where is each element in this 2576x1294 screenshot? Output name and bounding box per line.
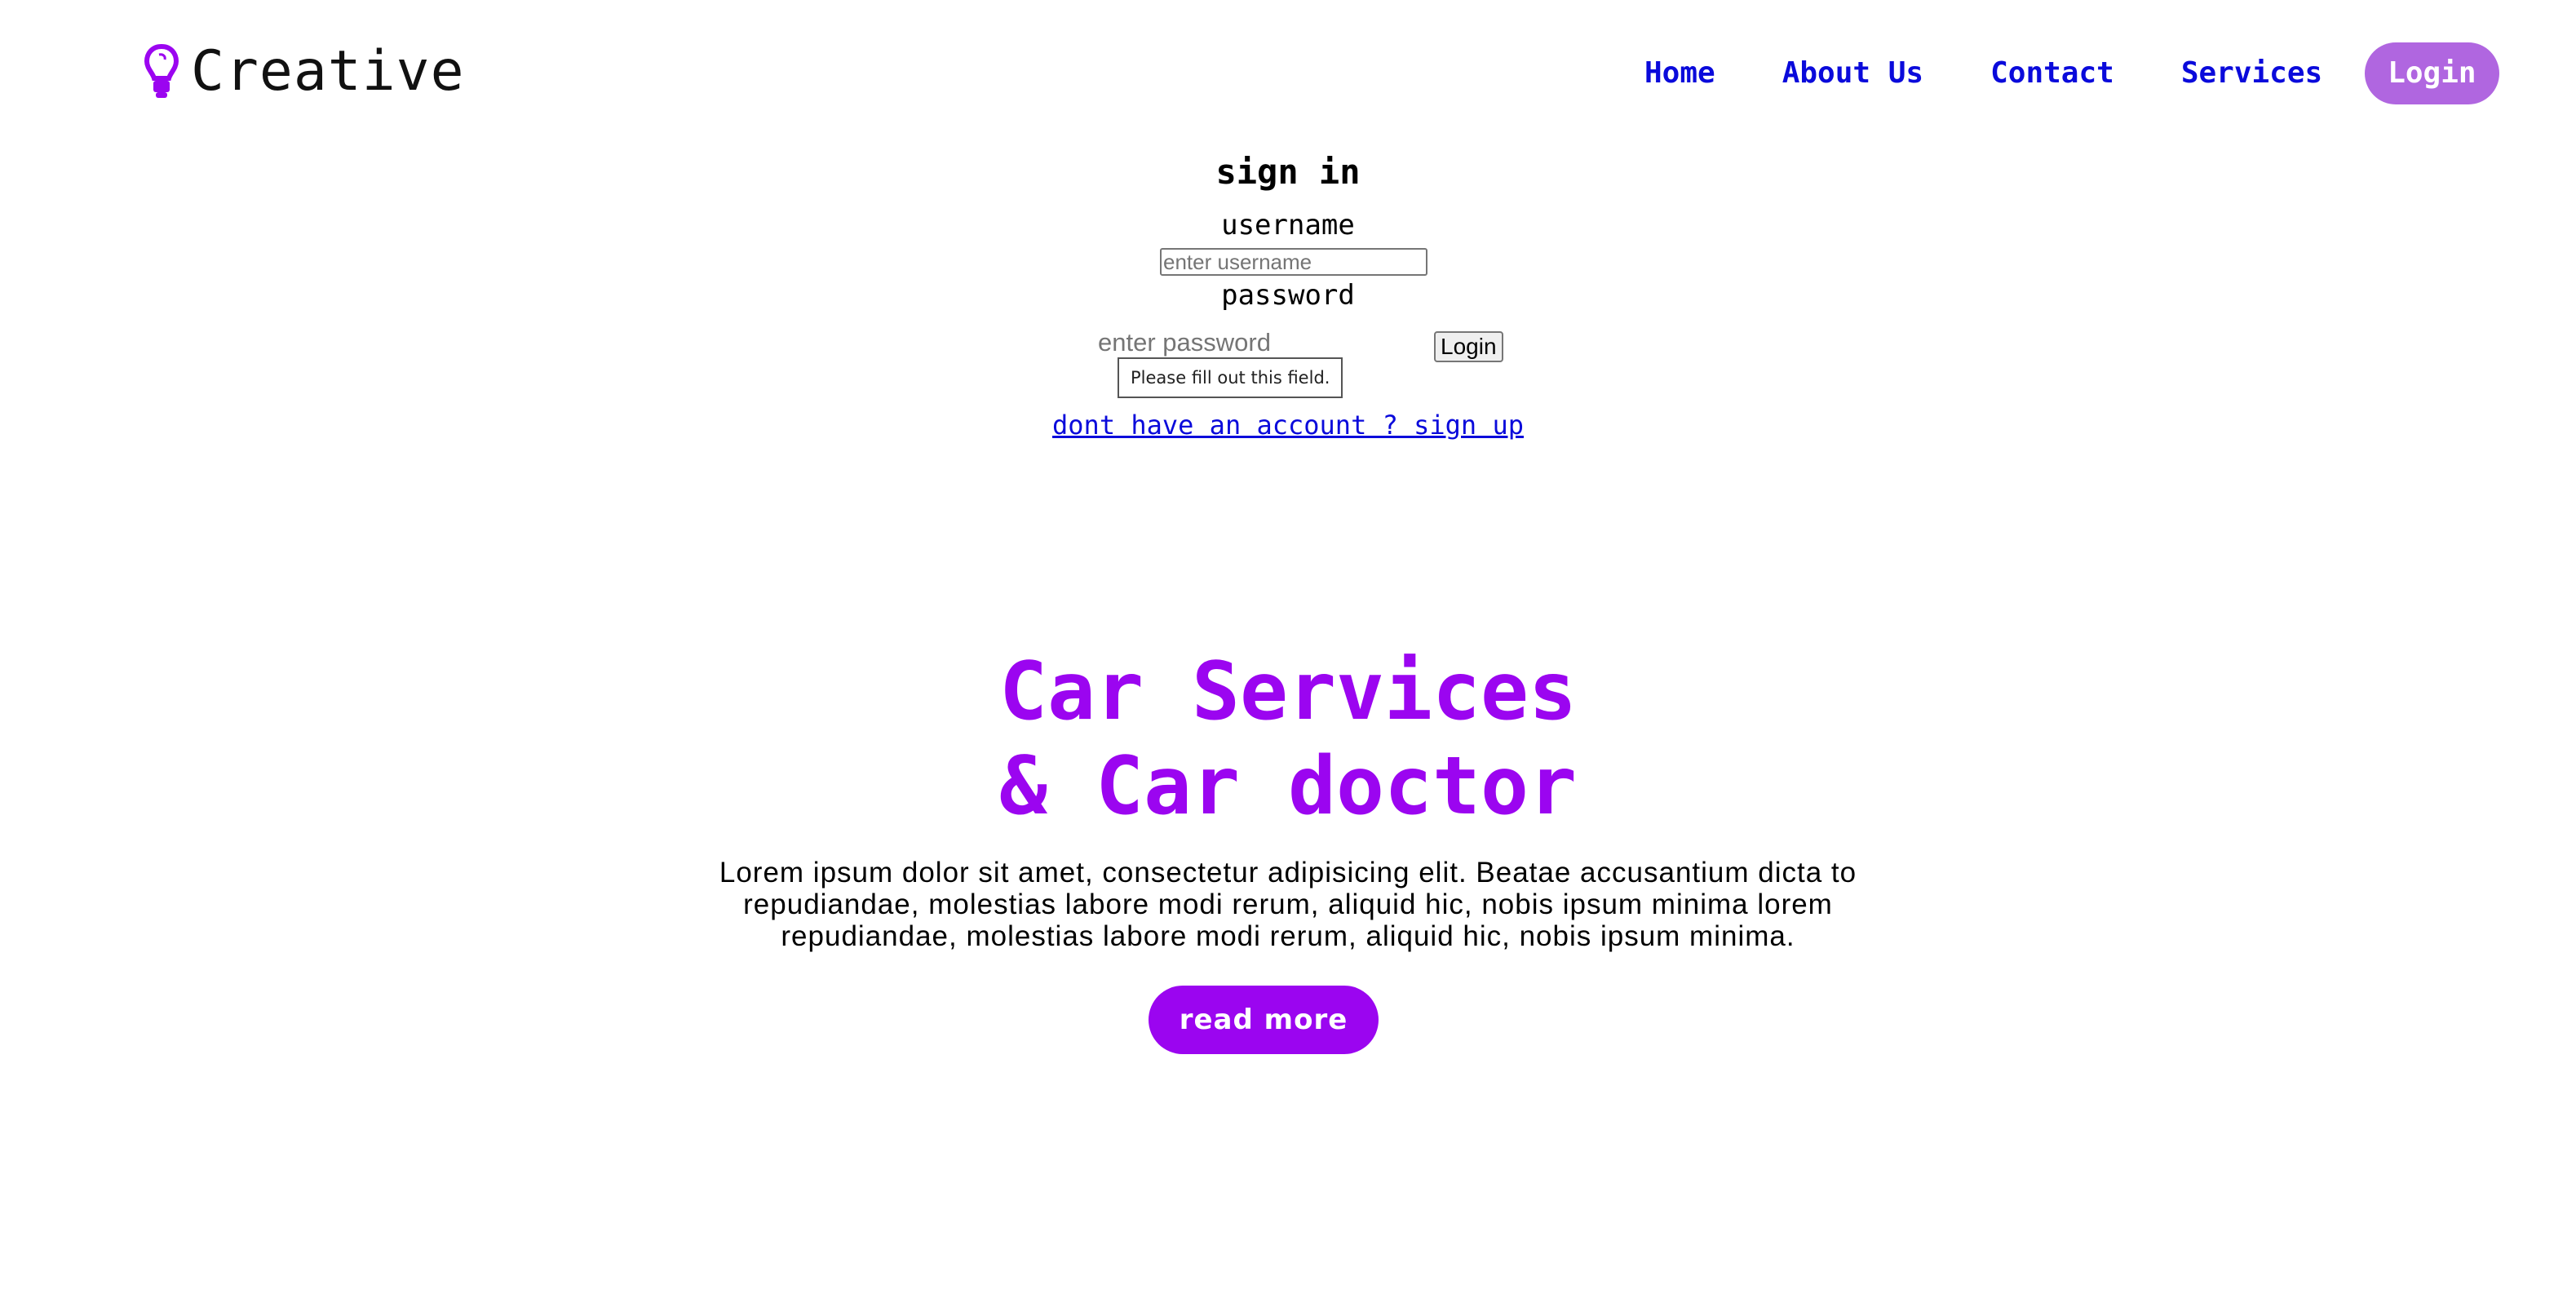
- signup-link-text[interactable]: dont have an account ? sign up: [1052, 410, 1524, 441]
- lightbulb-icon: [144, 43, 179, 98]
- logo-text: Creative: [191, 39, 465, 104]
- main-nav: Home About Us Contact Services Login: [1644, 42, 2499, 104]
- hero-title-line-1: Car Services: [998, 645, 1577, 738]
- hero-description-line-3: repudiandae, molestias labore modi rerum…: [781, 920, 1795, 952]
- signup-link: dont have an account ? sign up: [0, 410, 2576, 441]
- signin-form: sign in username password Login Please f…: [0, 152, 2576, 454]
- signin-submit-button[interactable]: Login: [1434, 331, 1503, 362]
- hero-title: Car Services & Car doctor: [0, 645, 2576, 834]
- nav-services[interactable]: Services: [2181, 42, 2322, 104]
- hero-description: Lorem ipsum dolor sit amet, consectetur …: [0, 857, 2576, 952]
- username-label: username: [1221, 209, 1355, 242]
- hero-title-line-2: & Car doctor: [998, 740, 1577, 833]
- nav-about-us[interactable]: About Us: [1782, 42, 1923, 104]
- read-more-button[interactable]: read more: [1149, 986, 1379, 1054]
- nav-contact[interactable]: Contact: [1990, 42, 2114, 104]
- signin-title: sign in: [1215, 152, 1361, 192]
- logo[interactable]: Creative: [144, 39, 465, 104]
- nav-home[interactable]: Home: [1644, 42, 1715, 104]
- nav-login-button[interactable]: Login: [2365, 42, 2499, 104]
- password-input[interactable]: [1098, 326, 1408, 359]
- hero-description-line-1: Lorem ipsum dolor sit amet, consectetur …: [719, 857, 1857, 889]
- validation-tooltip: Please fill out this field.: [1118, 357, 1343, 398]
- password-label: password: [1221, 279, 1355, 312]
- hero-description-line-2: repudiandae, molestias labore modi rerum…: [743, 889, 1833, 920]
- username-input[interactable]: [1160, 248, 1427, 276]
